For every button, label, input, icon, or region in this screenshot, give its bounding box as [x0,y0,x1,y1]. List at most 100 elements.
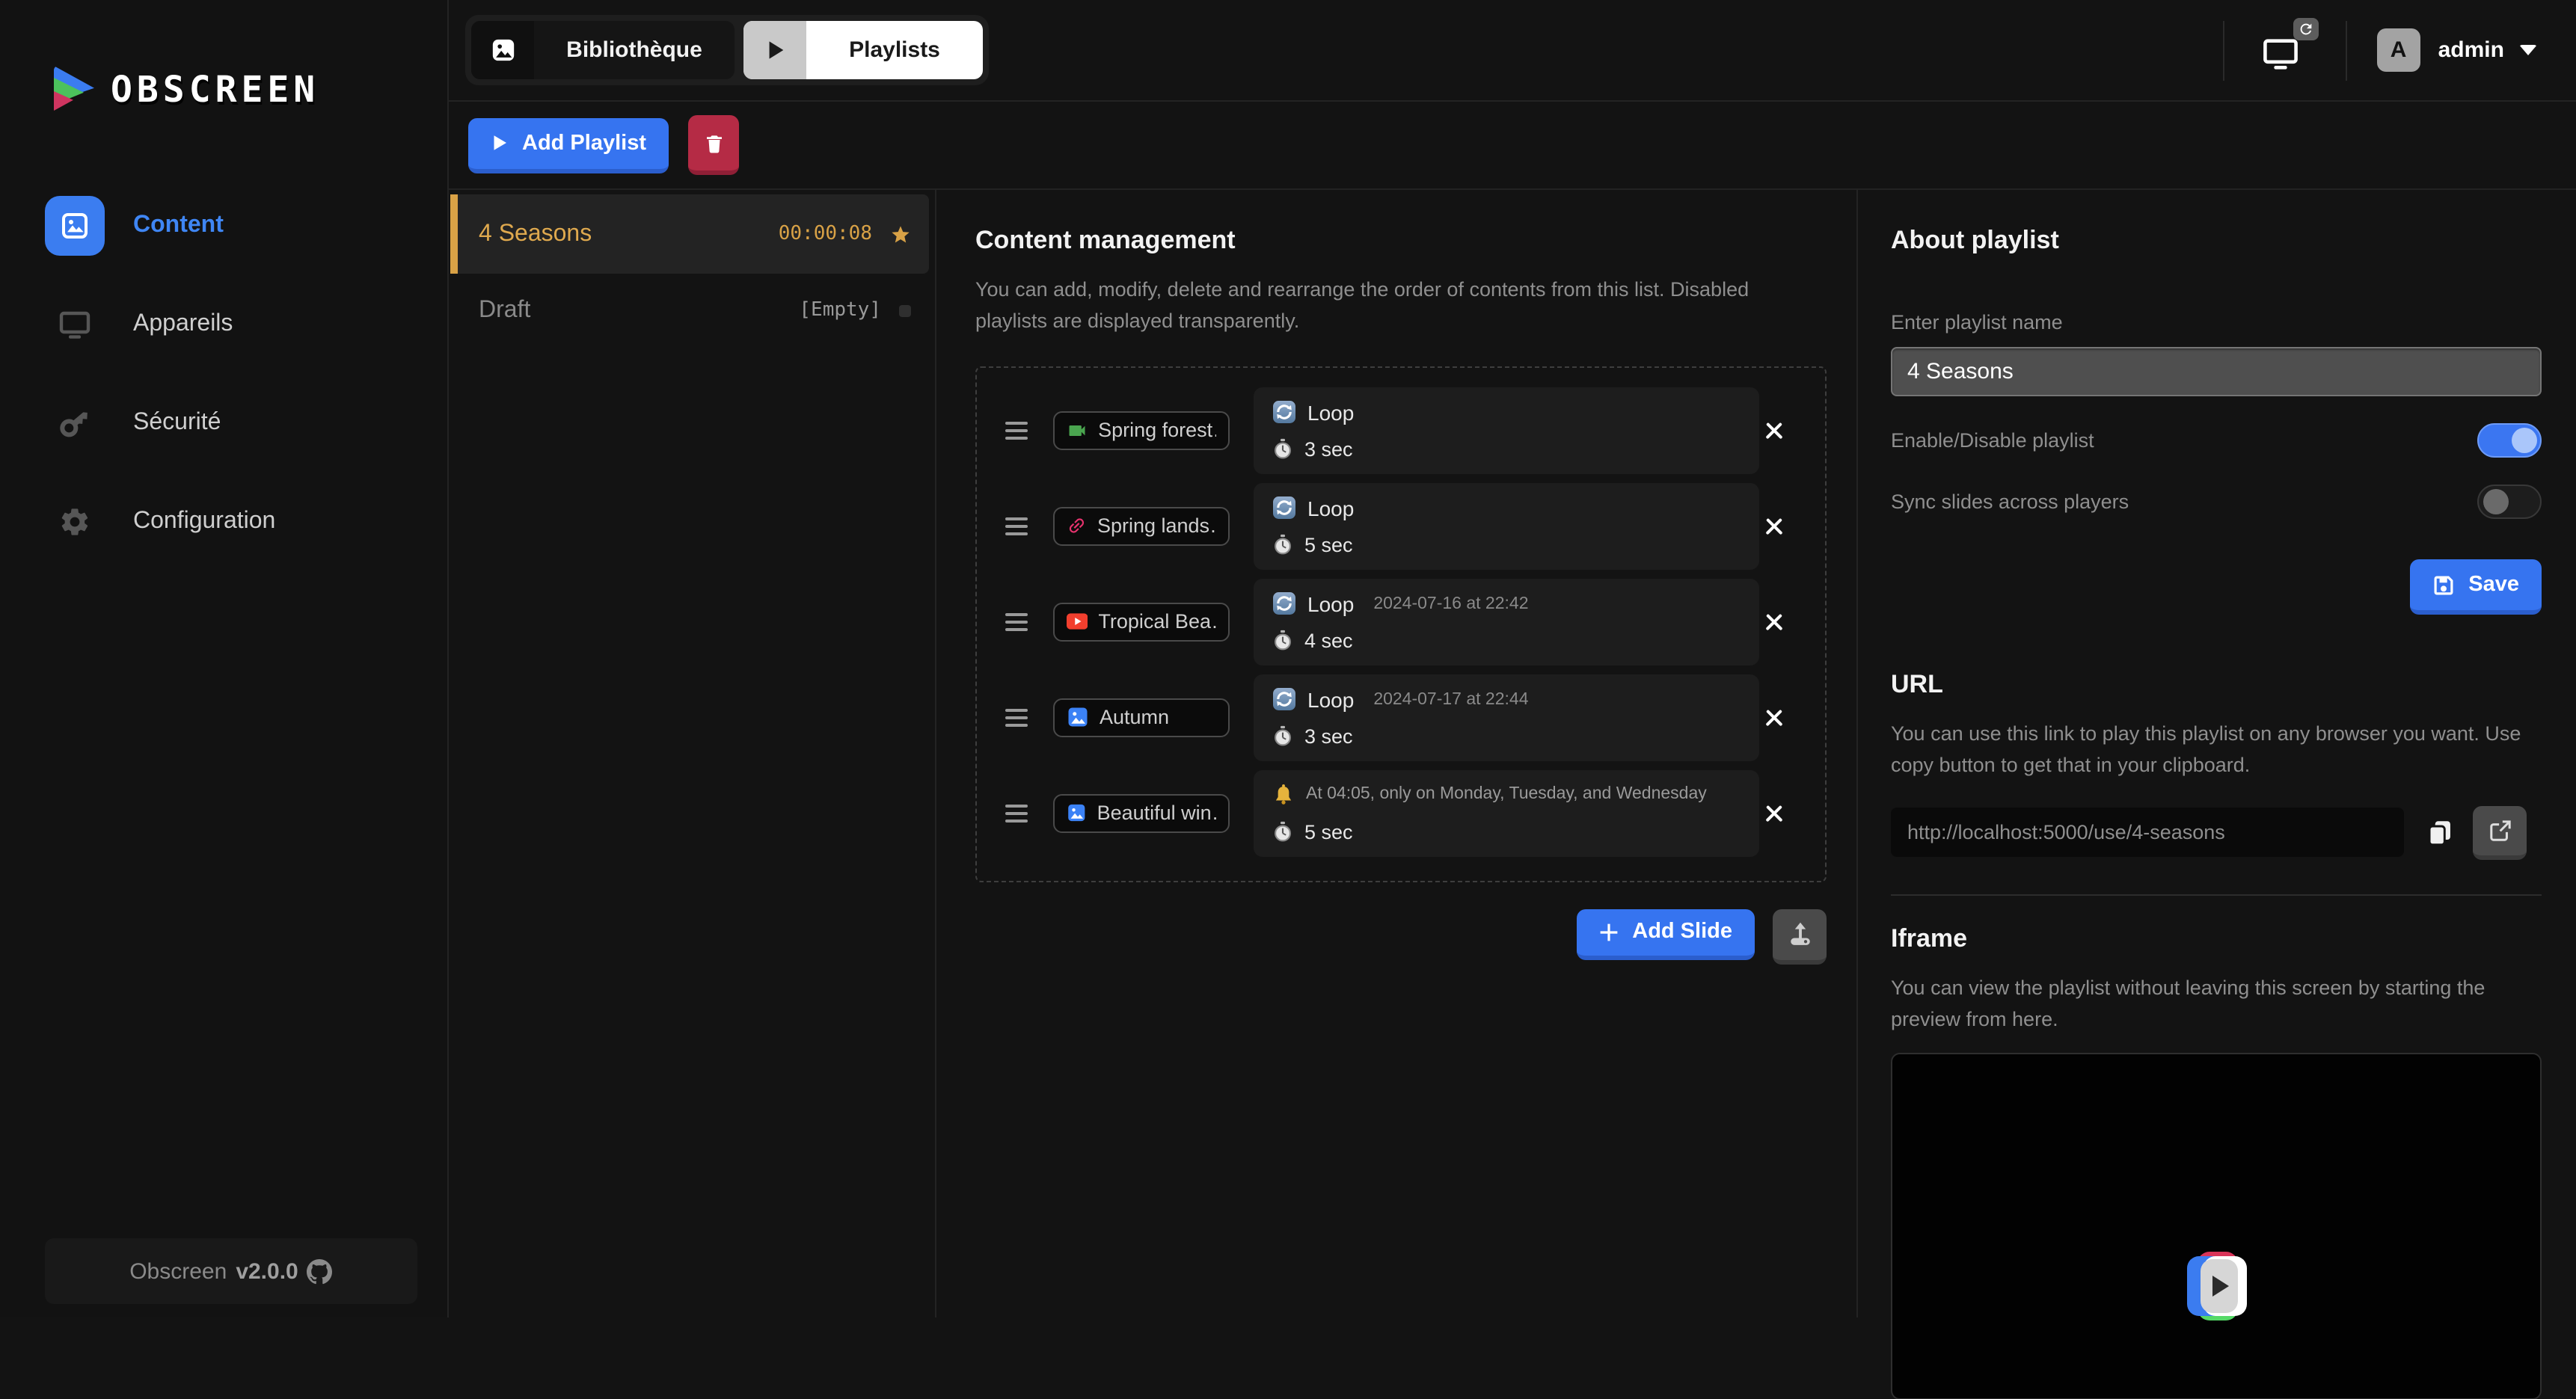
topbar-right: A admin [2193,20,2537,80]
url-description: You can use this link to play this playl… [1891,719,2542,782]
remove-slide-button[interactable] [1762,419,1786,443]
save-icon [2432,574,2455,596]
slide-name: Spring lands… [1097,515,1216,538]
content-columns: 4 Seasons 00:00:08 Draft [Empty] Content… [449,190,2576,1317]
refresh-badge-icon [2293,17,2319,40]
remove-slide-button[interactable] [1762,610,1786,634]
screens-status-button[interactable] [2254,28,2316,73]
playlist-name-input[interactable] [1891,347,2542,396]
stopwatch-icon [1273,630,1292,651]
slide-duration: 5 sec [1304,534,1353,556]
play-icon [2200,1258,2237,1312]
remove-slide-button[interactable] [1762,514,1786,538]
upload-slide-button[interactable] [1773,909,1827,965]
tab-playlists[interactable]: Playlists [743,21,983,79]
slide-duration: 3 sec [1304,725,1353,748]
divider [2346,20,2347,80]
slide-name: Autumn [1100,707,1169,729]
url-row [1891,806,2542,860]
slide-media-chip[interactable]: Spring lands… [1053,507,1230,546]
playlist-duration: 00:00:08 [779,223,872,245]
loop-icon [1273,689,1295,711]
url-title: URL [1891,670,2542,700]
sidebar-item-label: Content [133,212,224,239]
tab-label: Bibliothèque [534,21,735,79]
preview-play-button[interactable] [2186,1251,2246,1320]
slide-schedule: Loop [1307,592,1354,616]
remove-slide-button[interactable] [1762,802,1786,825]
github-icon[interactable] [307,1258,333,1284]
about-playlist-panel: About playlist Enter playlist name Enabl… [1858,190,2576,1317]
slide-schedule-note: 2024-07-16 at 22:42 [1373,595,1528,613]
copy-url-button[interactable] [2426,820,2453,846]
sync-toggle[interactable] [2477,485,2542,519]
content-management-panel: Content management You can add, modify, … [936,190,1858,1317]
sidebar-item-appareils[interactable]: Appareils [0,275,447,374]
gear-icon [45,505,105,538]
playlist-preview-frame[interactable] [1891,1052,2542,1399]
slide-row: Tropical Bea… Loop 2024-07-16 at 22:42 4… [1005,579,1804,665]
playlist-name: 4 Seasons [479,221,779,247]
drag-handle-icon[interactable] [1005,613,1028,631]
slide-settings-panel[interactable]: Loop 2024-07-17 at 22:44 3 sec [1254,674,1759,761]
stopwatch-icon [1273,439,1292,460]
content-title: Content management [975,226,1827,256]
drag-handle-icon[interactable] [1005,517,1028,535]
youtube-icon [1067,612,1088,632]
slide-duration: 3 sec [1304,438,1353,461]
open-url-button[interactable] [2473,806,2527,860]
slide-media-chip[interactable]: Tropical Bea… [1053,603,1230,642]
image-icon [1067,802,1087,825]
avatar[interactable]: A [2377,28,2420,72]
sidebar-item-securite[interactable]: Sécurité [0,374,447,473]
slide-media-chip[interactable]: Autumn [1053,698,1230,737]
iframe-description: You can view the playlist without leavin… [1891,974,2542,1036]
external-link-icon [2488,820,2511,842]
playlist-toolbar: Add Playlist [449,102,2576,190]
slide-name: Spring forest… [1098,419,1216,442]
tab-label: Playlists [806,21,983,79]
playlist-name-label: Enter playlist name [1891,311,2542,333]
slide-media-chip[interactable]: Spring forest… [1053,411,1230,450]
stopwatch-icon [1273,535,1292,556]
slide-schedule: Loop [1307,496,1354,520]
save-button[interactable]: Save [2410,559,2542,615]
slide-duration: 5 sec [1304,821,1353,843]
drag-handle-icon[interactable] [1005,709,1028,727]
playlist-list: 4 Seasons 00:00:08 Draft [Empty] [449,190,936,1317]
slides-list: Spring forest… Loop 3 sec [975,366,1827,882]
sidebar-item-label: Appareils [133,311,233,338]
enable-toggle[interactable] [2477,423,2542,458]
delete-playlist-button[interactable] [688,115,739,175]
remove-slide-button[interactable] [1762,706,1786,730]
slide-media-chip[interactable]: Beautiful win… [1053,794,1230,833]
playlist-item-4-seasons[interactable]: 4 Seasons 00:00:08 [450,194,929,274]
add-slide-label: Add Slide [1632,920,1732,944]
chevron-down-icon[interactable] [2519,45,2537,55]
add-playlist-label: Add Playlist [522,131,646,155]
tab-bibliotheque[interactable]: Bibliothèque [471,21,735,79]
slide-schedule: Loop [1307,688,1354,712]
divider [2223,20,2224,80]
drag-handle-icon[interactable] [1005,805,1028,823]
playlist-url-input[interactable] [1891,808,2404,858]
slide-settings-panel[interactable]: Loop 3 sec [1254,387,1759,474]
user-name[interactable]: admin [2438,37,2504,63]
add-playlist-button[interactable]: Add Playlist [468,117,669,173]
playlist-item-draft[interactable]: Draft [Empty] [458,274,935,347]
loop-icon [1273,497,1295,520]
key-icon [45,405,105,441]
sidebar-item-content[interactable]: Content [0,176,447,275]
draft-status-icon [899,304,911,316]
sidebar-item-configuration[interactable]: Configuration [0,473,447,571]
slide-settings-panel[interactable]: At 04:05, only on Monday, Tuesday, and W… [1254,770,1759,857]
slide-name: Beautiful win… [1097,802,1216,825]
slide-settings-panel[interactable]: Loop 5 sec [1254,483,1759,570]
drag-handle-icon[interactable] [1005,422,1028,440]
monitor-icon [2260,34,2301,73]
star-icon [890,224,911,245]
footer-app-name: Obscreen [129,1258,227,1284]
slide-name: Tropical Bea… [1098,611,1216,633]
add-slide-button[interactable]: Add Slide [1577,909,1755,960]
slide-settings-panel[interactable]: Loop 2024-07-16 at 22:42 4 sec [1254,579,1759,665]
